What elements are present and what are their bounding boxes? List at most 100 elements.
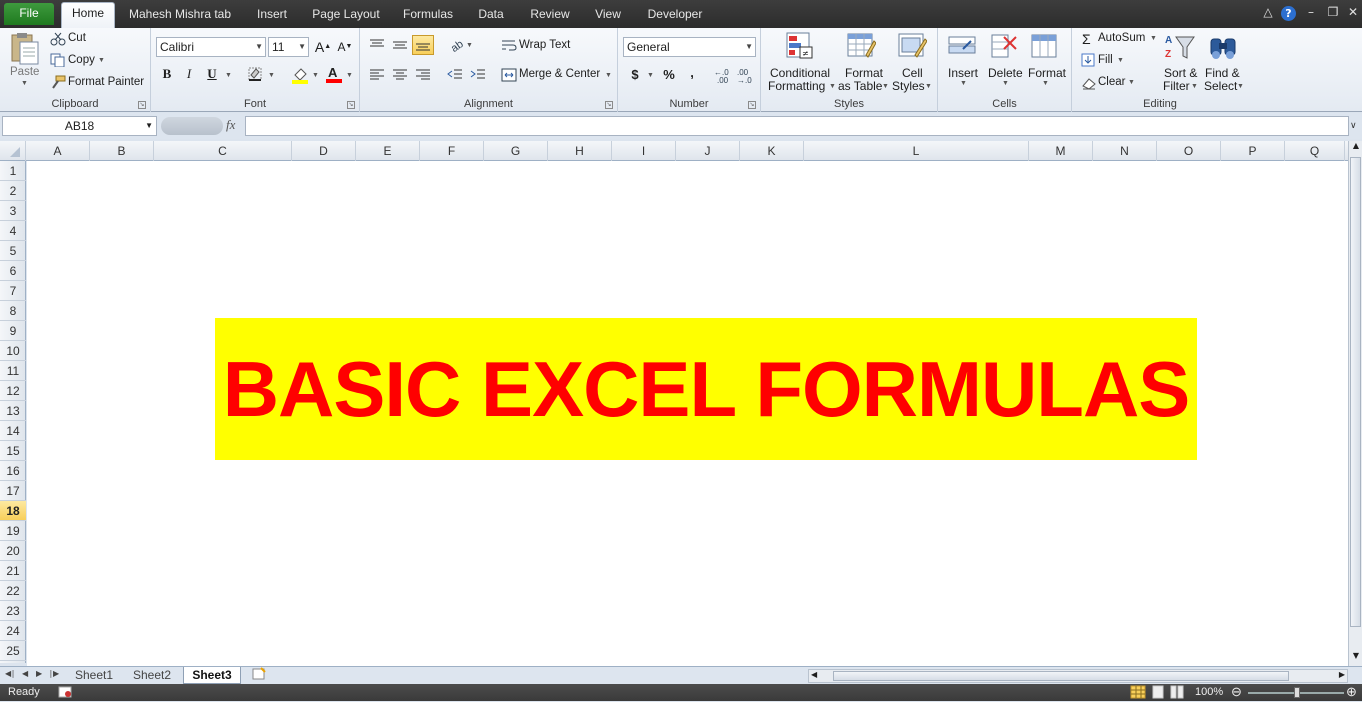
tab-home[interactable]: Home — [61, 2, 115, 29]
decrease-decimal-icon[interactable]: .00 →.0 — [737, 67, 757, 86]
sheet-tab-1[interactable]: Sheet1 — [66, 667, 122, 684]
column-header[interactable]: E — [356, 141, 420, 161]
zoom-level[interactable]: 100% — [1195, 686, 1223, 698]
row-header[interactable]: 19 — [0, 521, 26, 541]
decrease-indent-icon[interactable] — [447, 68, 463, 85]
fill-color-dropdown-icon[interactable]: ▼ — [312, 72, 319, 79]
vertical-scroll-thumb[interactable] — [1350, 157, 1361, 627]
first-sheet-icon[interactable]: ◀∣ — [5, 669, 15, 678]
align-middle-icon[interactable] — [392, 38, 408, 55]
align-center-icon[interactable] — [392, 68, 408, 85]
row-header[interactable]: 6 — [0, 261, 26, 281]
delete-cells-icon[interactable] — [990, 31, 1020, 64]
format-as-table-icon[interactable] — [846, 31, 877, 64]
formula-input[interactable] — [245, 116, 1349, 136]
fill-color-icon[interactable] — [291, 66, 309, 87]
copy-button[interactable]: Copy — [68, 54, 95, 66]
orientation-dropdown-icon[interactable]: ▼ — [466, 42, 473, 49]
font-launcher-icon[interactable]: ↘ — [347, 101, 355, 109]
row-header[interactable]: 24 — [0, 621, 26, 641]
prev-sheet-icon[interactable]: ◀ — [22, 669, 28, 678]
bold-button[interactable]: B — [157, 64, 177, 84]
row-header[interactable]: 25 — [0, 641, 26, 661]
insert-cells-button[interactable]: Insert — [948, 66, 978, 80]
conditional-formatting-icon[interactable]: ≠ — [785, 31, 815, 64]
help-icon[interactable]: ? — [1281, 6, 1296, 21]
italic-button[interactable]: I — [179, 64, 199, 84]
column-header[interactable]: D — [292, 141, 356, 161]
paste-dropdown-icon[interactable]: ▼ — [21, 80, 28, 87]
page-layout-view-icon[interactable] — [1151, 685, 1165, 702]
horizontal-scroll-thumb[interactable] — [833, 671, 1289, 681]
insert-sheet-icon[interactable] — [246, 667, 272, 684]
align-left-icon[interactable] — [369, 68, 385, 85]
row-header[interactable]: 16 — [0, 461, 26, 481]
cell-styles-dropdown-icon[interactable]: ▼ — [925, 83, 932, 90]
zoom-out-icon[interactable]: ⊖ — [1231, 684, 1242, 700]
fill-icon[interactable] — [1081, 53, 1095, 70]
page-break-view-icon[interactable] — [1170, 685, 1184, 702]
minimize-window-icon[interactable]: – — [1302, 5, 1320, 19]
autosum-icon[interactable]: Σ — [1082, 31, 1091, 47]
increase-indent-icon[interactable] — [470, 68, 486, 85]
font-family-select[interactable]: Calibri ▼ — [156, 37, 266, 57]
find-select-dropdown-icon[interactable]: ▼ — [1237, 83, 1244, 90]
row-header[interactable]: 9 — [0, 321, 26, 341]
select-all-corner[interactable] — [0, 141, 26, 161]
shrink-font-icon[interactable]: A▼ — [335, 37, 355, 57]
align-top-icon[interactable] — [369, 38, 385, 55]
column-header[interactable]: A — [26, 141, 90, 161]
format-cells-button[interactable]: Format — [1028, 66, 1066, 80]
delete-cells-button[interactable]: Delete — [988, 66, 1023, 80]
minimize-ribbon-icon[interactable]: △ — [1259, 5, 1277, 19]
cell-styles-label-1[interactable]: Cell — [902, 66, 923, 80]
scroll-up-icon[interactable]: ▲ — [1350, 141, 1362, 153]
worksheet-grid[interactable]: BASIC EXCEL FORMULAS — [27, 161, 1348, 666]
comma-button[interactable]: , — [682, 63, 702, 83]
merge-center-button[interactable]: Merge & Center — [519, 68, 600, 80]
title-banner-cell[interactable]: BASIC EXCEL FORMULAS — [215, 318, 1197, 460]
column-header[interactable]: G — [484, 141, 548, 161]
conditional-formatting-label-2[interactable]: Formatting — [768, 79, 825, 93]
column-header[interactable]: L — [804, 141, 1029, 161]
orientation-icon[interactable]: ab — [448, 37, 468, 56]
zoom-slider[interactable] — [1248, 687, 1344, 698]
find-select-label-1[interactable]: Find & — [1205, 66, 1240, 80]
autosum-dropdown-icon[interactable]: ▼ — [1150, 35, 1157, 42]
wrap-text-icon[interactable] — [501, 38, 517, 55]
row-header[interactable]: 15 — [0, 441, 26, 461]
next-sheet-icon[interactable]: ▶ — [36, 669, 42, 678]
tab-file[interactable]: File — [4, 3, 54, 25]
row-header[interactable]: 20 — [0, 541, 26, 561]
delete-dropdown-icon[interactable]: ▼ — [1002, 80, 1009, 87]
row-header[interactable]: 21 — [0, 561, 26, 581]
alignment-launcher-icon[interactable]: ↘ — [605, 101, 613, 109]
row-header[interactable]: 13 — [0, 401, 26, 421]
row-header[interactable]: 17 — [0, 481, 26, 501]
sort-filter-label-2[interactable]: Filter — [1163, 79, 1190, 93]
clear-icon[interactable] — [1081, 76, 1097, 93]
row-header[interactable]: 18 — [0, 501, 26, 521]
cut-button[interactable]: Cut — [68, 32, 86, 44]
zoom-slider-thumb[interactable] — [1294, 687, 1300, 698]
copy-icon[interactable] — [50, 53, 66, 70]
clipboard-launcher-icon[interactable]: ↘ — [138, 101, 146, 109]
expand-formula-bar-icon[interactable]: ∨ — [1350, 121, 1357, 131]
wrap-text-button[interactable]: Wrap Text — [519, 39, 570, 51]
format-as-table-dropdown-icon[interactable]: ▼ — [882, 83, 889, 90]
vertical-scrollbar[interactable]: ▲ ▼ — [1348, 141, 1362, 666]
increase-decimal-icon[interactable]: ←.0.00 — [714, 67, 734, 86]
tab-developer[interactable]: Developer — [640, 4, 710, 28]
horizontal-scrollbar[interactable]: ◀ ▶ — [808, 669, 1348, 683]
format-painter-button[interactable]: Format Painter — [68, 76, 144, 88]
row-header[interactable]: 3 — [0, 201, 26, 221]
column-header[interactable]: N — [1093, 141, 1157, 161]
row-header[interactable]: 22 — [0, 581, 26, 601]
insert-function-icon[interactable]: fx — [226, 117, 235, 133]
zoom-in-icon[interactable]: ⊕ — [1346, 684, 1357, 700]
cut-icon[interactable] — [50, 32, 66, 49]
font-size-select[interactable]: 11 ▼ — [268, 37, 309, 57]
row-header[interactable]: 12 — [0, 381, 26, 401]
percent-button[interactable]: % — [659, 65, 679, 85]
conditional-formatting-dropdown-icon[interactable]: ▼ — [829, 83, 836, 90]
